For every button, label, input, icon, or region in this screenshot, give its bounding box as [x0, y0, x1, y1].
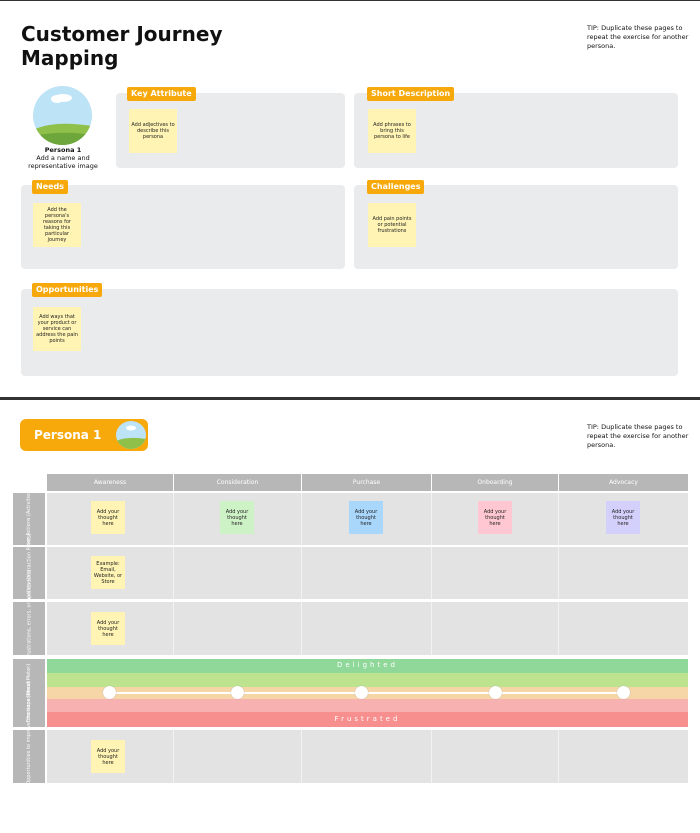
emotion-label-frustrated: Frustrated	[334, 715, 401, 723]
tip-text: TIP: Duplicate these pages to repeat the…	[587, 24, 689, 50]
cell	[174, 730, 302, 783]
opportunities-tag: Opportunities	[32, 283, 103, 297]
cell	[559, 602, 688, 655]
cell	[302, 602, 432, 655]
emotion-point-awareness[interactable]	[103, 686, 116, 699]
emotion-point-onboarding[interactable]	[489, 686, 502, 699]
cell	[302, 730, 432, 783]
persona-description: Add a name and representative image	[28, 154, 98, 170]
emotion-band	[47, 673, 688, 687]
persona-pill-avatar	[114, 419, 148, 451]
key-attribute-tag: Key Attribute	[127, 87, 196, 101]
sticky-note[interactable]: Add your thought here	[220, 501, 254, 534]
page-divider	[0, 397, 700, 400]
stage-header-advocacy: Advocacy	[559, 474, 688, 491]
persona-pill-label: Persona 1	[34, 428, 102, 442]
sticky-note[interactable]: Example: Email, Website, or Store	[91, 556, 125, 589]
page-title: Customer Journey Mapping	[21, 22, 223, 70]
sticky-note[interactable]: Add your thought here	[606, 501, 640, 534]
persona-avatar[interactable]	[33, 86, 92, 145]
sticky-note[interactable]: Add the persona's reasons for taking thi…	[33, 203, 81, 247]
sticky-note[interactable]: Add adjectives to describe this persona	[129, 109, 177, 153]
sticky-note[interactable]: Add your thought here	[349, 501, 383, 534]
sticky-note[interactable]: Add your thought here	[91, 612, 125, 645]
emotion-point-purchase[interactable]	[355, 686, 368, 699]
short-description-tag: Short Description	[367, 87, 455, 101]
emotion-band	[47, 699, 688, 712]
row-label-pain-points: Pain points (frustrations, errors, or bo…	[13, 569, 45, 688]
cell	[174, 602, 302, 655]
emotion-point-advocacy[interactable]	[617, 686, 630, 699]
emotion-label-delighted: Delighted	[337, 661, 398, 669]
stage-header-awareness: Awareness	[47, 474, 173, 491]
stage-header-consideration: Consideration	[174, 474, 301, 491]
cell	[432, 602, 559, 655]
sticky-note[interactable]: Add phrases to bring this persona to lif…	[368, 109, 416, 153]
cell	[559, 547, 688, 599]
challenges-tag: Challenges	[367, 180, 425, 194]
emotion-point-consideration[interactable]	[231, 686, 244, 699]
page-top-border	[0, 0, 700, 1]
needs-tag: Needs	[32, 180, 69, 194]
sticky-note[interactable]: Add pain points or potential frustration…	[368, 203, 416, 247]
persona-name: Persona 1	[44, 146, 82, 154]
opportunities-panel	[21, 289, 678, 376]
sticky-note[interactable]: Add your thought here	[91, 740, 125, 773]
cell	[302, 547, 432, 599]
sticky-note[interactable]: Add your thought here	[478, 501, 512, 534]
cell	[559, 730, 688, 783]
sticky-note[interactable]: Add your thought here	[91, 501, 125, 534]
cell	[432, 547, 559, 599]
row-label-possible-solutions: Possible Solutions (Opportunities to imp…	[13, 680, 45, 833]
cell	[174, 547, 302, 599]
sticky-note[interactable]: Add ways that your product or service ca…	[33, 307, 81, 351]
stage-header-onboarding: Onboarding	[432, 474, 558, 491]
cell	[432, 730, 559, 783]
stage-header-purchase: Purchase	[302, 474, 431, 491]
tip-text-2: TIP: Duplicate these pages to repeat the…	[587, 423, 689, 449]
